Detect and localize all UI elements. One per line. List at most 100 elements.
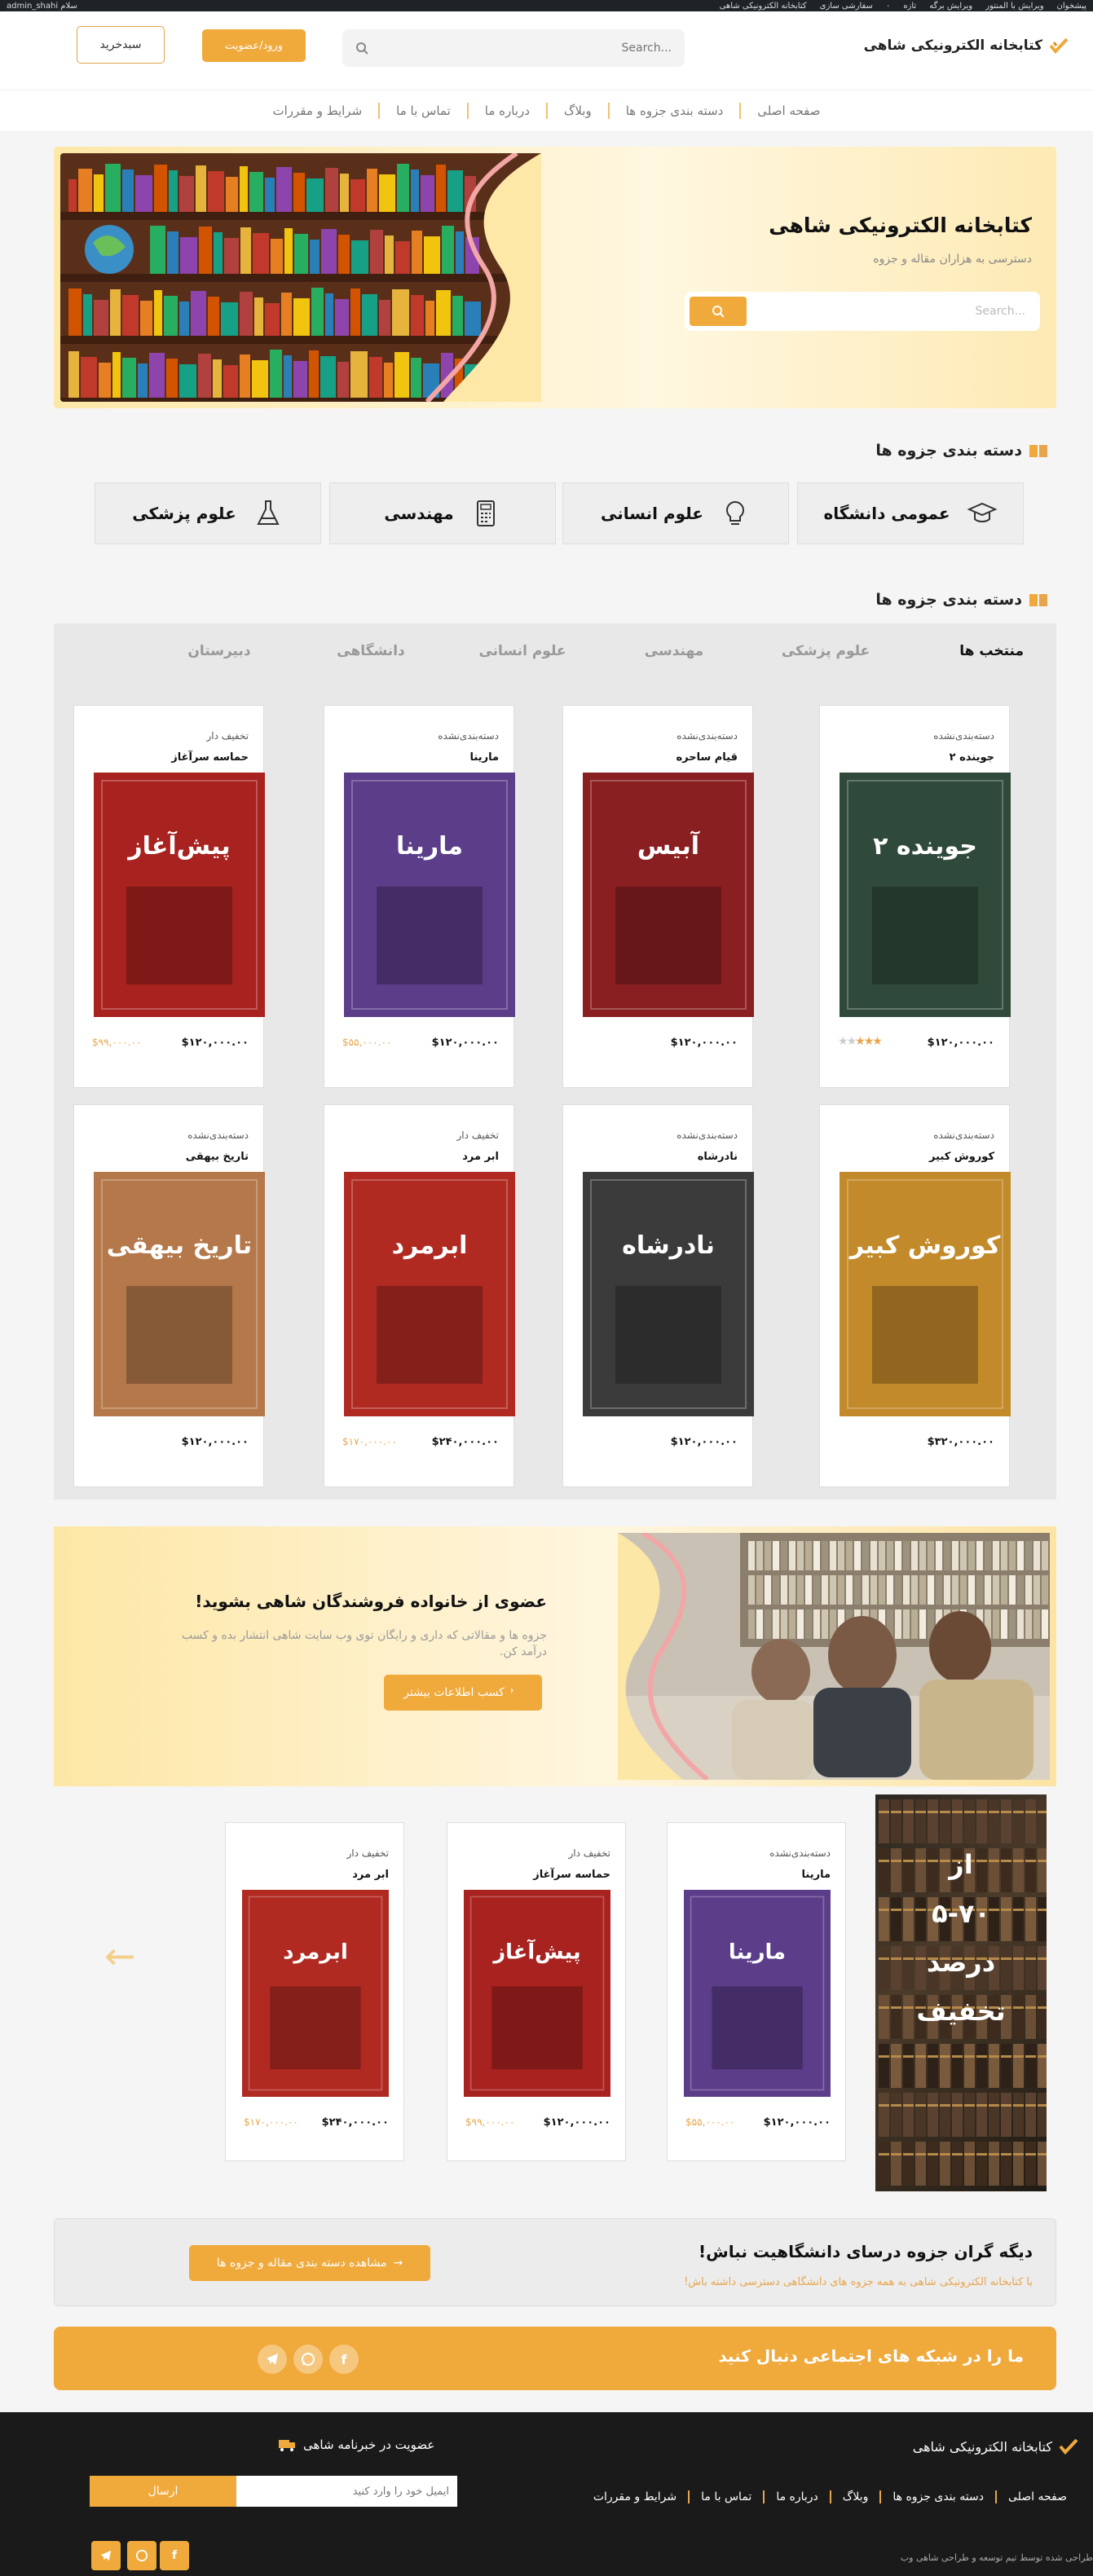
admin-bar-item[interactable]: ویرایش با المنتور <box>985 2 1043 11</box>
nav-item-blog[interactable]: وبلاگ <box>545 103 608 119</box>
footer-nav-item[interactable]: درباره ما <box>763 2490 829 2503</box>
admin-bar-item[interactable]: ویرایش برگه <box>929 2 972 11</box>
whatsapp-icon[interactable] <box>293 2345 323 2374</box>
nav-item-terms[interactable]: شرایط و مقررات <box>257 103 379 119</box>
product-name[interactable]: نادرشاه <box>698 1151 738 1163</box>
product-name[interactable]: جوینده ۲ <box>950 751 994 764</box>
product-name[interactable]: مارینا <box>802 1869 831 1881</box>
tab-medical[interactable]: علوم پزشکی <box>750 643 901 667</box>
cta-title: دیگه گران جزوه درسای دانشگاهیت نباش! <box>699 2242 1033 2261</box>
tab-featured[interactable]: منتخب ها <box>901 643 1024 667</box>
calculator-icon <box>476 500 495 526</box>
book-cover-image[interactable]: ابرمرد <box>242 1890 389 2097</box>
footer-nav-item[interactable]: تماس با ما <box>688 2490 763 2503</box>
product-card[interactable]: دسته‌بندی‌نشده قیام ساحره آبیس $۱۲۰,۰۰۰.… <box>562 705 754 1088</box>
view-categories-button[interactable]: → مشاهده دسته بندی مقاله و جزوه ها <box>189 2245 430 2281</box>
discount-product-card[interactable]: تخفیف دار ابر مرد ابرمرد $۲۴۰,۰۰۰.۰۰ $۱۷… <box>225 1822 404 2161</box>
category-medical[interactable]: علوم پزشکی <box>95 482 321 544</box>
discount-product-card[interactable]: دسته‌بندی‌نشده مارینا مارینا $۱۲۰,۰۰۰.۰۰… <box>667 1822 846 2161</box>
product-card[interactable]: دسته‌بندی‌نشده جوینده ۲ جوینده ۲ $۱۲۰,۰۰… <box>819 705 1011 1088</box>
product-name[interactable]: حماسه سرآغاز <box>533 1869 610 1881</box>
header-search-input[interactable] <box>394 42 672 55</box>
product-name[interactable]: کوروش کبیر <box>929 1151 994 1163</box>
book-cover-image[interactable]: کوروش کبیر <box>840 1172 1011 1416</box>
product-category-badge: دسته‌بندی‌نشده <box>187 1129 249 1141</box>
book-cover-image[interactable]: مارینا <box>344 773 515 1017</box>
book-cover-image[interactable]: ابرمرد <box>344 1172 515 1416</box>
search-icon[interactable] <box>355 42 368 55</box>
telegram-icon[interactable] <box>258 2345 287 2374</box>
product-card[interactable]: دسته‌بندی‌نشده نادرشاه نادرشاه $۱۲۰,۰۰۰.… <box>562 1104 754 1487</box>
product-category-badge: دسته‌بندی‌نشده <box>933 1129 994 1141</box>
admin-bar-item[interactable]: پیشخوان <box>1057 2 1086 11</box>
product-card[interactable]: تخفیف دار حماسه سرآغاز پیش‌آغاز $۱۲۰,۰۰۰… <box>73 705 265 1088</box>
category-humanities[interactable]: علوم انسانی <box>562 482 789 544</box>
nav-item-about[interactable]: درباره ما <box>466 103 546 119</box>
tab-engineering[interactable]: مهندسی <box>598 643 750 667</box>
nav-item-home[interactable]: صفحه اصلی <box>739 103 836 119</box>
footer-nav-item[interactable]: صفحه اصلی <box>994 2490 1078 2503</box>
newsletter-send-button[interactable]: ارسال <box>90 2476 236 2507</box>
admin-bar-item[interactable]: سفارشی سازی <box>820 2 873 11</box>
product-name[interactable]: قیام ساحره <box>676 751 738 764</box>
tab-university[interactable]: دانشگاهی <box>295 643 447 667</box>
bookshelf-image <box>60 153 541 402</box>
book-cover-image[interactable]: مارینا <box>684 1890 831 2097</box>
book-cover-image[interactable]: پیش‌آغاز <box>464 1890 610 2097</box>
hero-search-button[interactable] <box>690 297 747 326</box>
footer-logo[interactable]: کتابخانه الکترونیکی شاهی <box>913 2437 1078 2456</box>
footer-nav-item[interactable]: دسته بندی جزوه ها <box>879 2490 995 2503</box>
cover-title: پیش‌آغاز <box>491 1939 580 1965</box>
whatsapp-icon[interactable] <box>127 2541 156 2570</box>
cover-title: مارینا <box>729 1940 786 1965</box>
category-general[interactable]: عمومی دانشگاه <box>797 482 1024 544</box>
old-price: $۱۷۰,۰۰۰.۰۰ <box>244 2116 298 2128</box>
book-cover-image[interactable]: تاریخ بیهقی <box>94 1172 265 1416</box>
product-name[interactable]: ابر مرد <box>462 1151 499 1163</box>
nav-item-categories[interactable]: دسته بندی جزوه ها <box>607 103 740 119</box>
nav-item-contact[interactable]: تماس با ما <box>378 103 467 119</box>
admin-bar-item[interactable]: ۰ <box>886 2 890 11</box>
site-footer: کتابخانه الکترونیکی شاهی صفحه اصلی دسته … <box>0 2412 1093 2576</box>
book-cover-image[interactable]: آبیس <box>583 773 754 1017</box>
products-title: دسته بندی جزوه ها <box>875 591 1048 609</box>
telegram-icon[interactable] <box>91 2541 121 2570</box>
book-cover-image[interactable]: نادرشاه <box>583 1172 754 1416</box>
product-card[interactable]: تخفیف دار ابر مرد ابرمرد $۲۴۰,۰۰۰.۰۰ $۱۷… <box>324 1104 515 1487</box>
admin-bar-item[interactable]: تازه <box>903 2 916 11</box>
product-price: $۳۲۰,۰۰۰.۰۰ <box>927 1436 994 1448</box>
star-filled-icon: ★ <box>863 1035 874 1048</box>
facebook-icon[interactable]: f <box>160 2541 189 2570</box>
cart-button[interactable]: سبدخرید <box>77 26 165 64</box>
product-card[interactable]: دسته‌بندی‌نشده کوروش کبیر کوروش کبیر $۳۲… <box>819 1104 1011 1487</box>
arrow-left-icon[interactable]: ← <box>104 1934 136 1978</box>
book-cover-image[interactable]: پیش‌آغاز <box>94 773 265 1017</box>
product-category-badge: دسته‌بندی‌نشده <box>677 1129 738 1141</box>
book-cover-image[interactable]: جوینده ۲ <box>840 773 1011 1017</box>
category-engineering[interactable]: مهندسی <box>329 482 556 544</box>
footer-nav-item[interactable]: شرایط و مقررات <box>582 2490 688 2503</box>
cover-title: ابرمرد <box>283 1940 348 1965</box>
product-name[interactable]: تاریخ بیهقی <box>186 1151 249 1163</box>
product-name[interactable]: حماسه سرآغاز <box>171 751 249 764</box>
discount-product-card[interactable]: تخفیف دار حماسه سرآغاز پیش‌آغاز $۱۲۰,۰۰۰… <box>447 1822 626 2161</box>
admin-bar-item[interactable]: کتابخانه الکترونیکی شاهی <box>720 2 807 11</box>
product-name[interactable]: ابر مرد <box>352 1869 389 1881</box>
facebook-icon[interactable]: f <box>329 2345 359 2374</box>
cover-title: جوینده ۲ <box>873 832 977 861</box>
tab-humanities[interactable]: علوم انسانی <box>447 643 598 667</box>
star-filled-icon: ★ <box>855 1035 865 1048</box>
site-logo[interactable]: کتابخانه الکترونیکی شاهی <box>864 36 1069 55</box>
newsletter-email-input[interactable] <box>236 2476 457 2507</box>
product-card[interactable]: دسته‌بندی‌نشده تاریخ بیهقی تاریخ بیهقی $… <box>73 1104 265 1487</box>
learn-more-button[interactable]: ? کسب اطلاعات بیشتر <box>384 1675 542 1711</box>
product-card[interactable]: دسته‌بندی‌نشده مارینا مارینا $۱۲۰,۰۰۰.۰۰… <box>324 705 515 1088</box>
tab-highschool[interactable]: دبیرستان <box>143 643 295 667</box>
discount-text-line: ۵-۷۰ <box>932 1898 990 1929</box>
login-button[interactable]: ورود/عضویت <box>202 29 306 62</box>
admin-bar-user[interactable]: سلام admin_shahi <box>7 2 77 11</box>
cover-title: آبیس <box>637 830 700 861</box>
footer-nav-item[interactable]: وبلاگ <box>829 2490 880 2503</box>
product-name[interactable]: مارینا <box>470 751 499 764</box>
hero-subtitle: دسترسی به هزاران مقاله و جزوه <box>873 253 1032 266</box>
